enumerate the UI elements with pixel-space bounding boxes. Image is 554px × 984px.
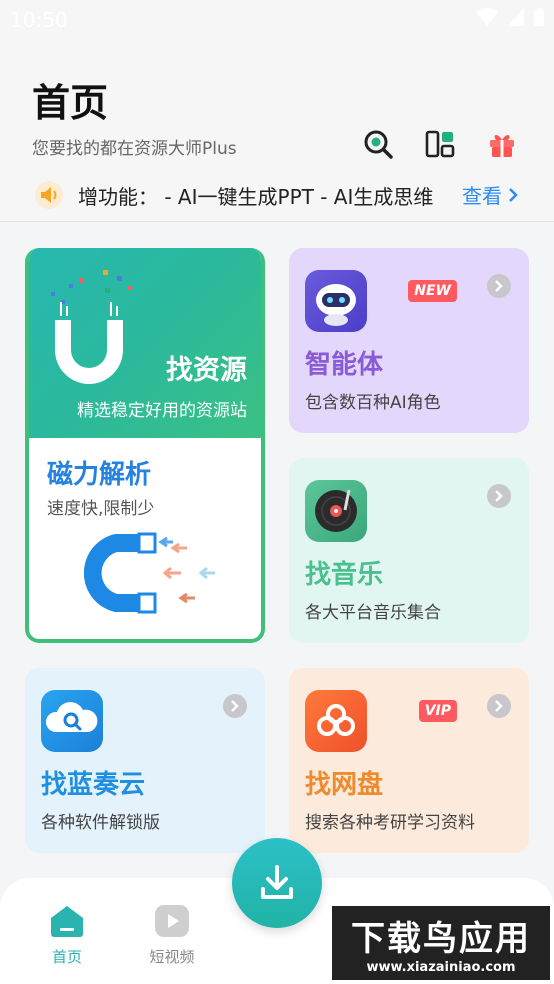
nav-home[interactable]: 首页 (32, 904, 102, 967)
layout-button[interactable] (424, 128, 456, 160)
header-tools (362, 128, 518, 160)
announcement-text: 增功能： - AI一键生成PPT - AI生成思维 (78, 184, 434, 209)
chevron-right-icon (509, 187, 518, 202)
status-icons (476, 8, 544, 26)
view-announcement-link[interactable]: 查看 (462, 180, 518, 209)
play-icon (155, 905, 189, 937)
page-title: 首页 (32, 81, 109, 125)
lanzou-arrow-button[interactable] (223, 694, 247, 718)
lanzou-subtitle: 各种软件解锁版 (41, 813, 160, 833)
gift-button[interactable] (486, 128, 518, 160)
chevron-right-icon (231, 700, 239, 712)
netdisk-subtitle: 搜索各种考研学习资料 (305, 813, 475, 833)
status-bar: 10:50 (0, 0, 554, 38)
home-icon (51, 906, 83, 937)
chevron-right-icon (495, 490, 503, 502)
page-subtitle: 您要找的都在资源大师Plus (32, 139, 237, 159)
agent-title: 智能体 (305, 350, 384, 380)
netdisk-icon (305, 690, 367, 752)
download-icon (261, 865, 293, 899)
agent-subtitle: 包含数百种AI角色 (305, 393, 441, 413)
netdisk-arrow-button[interactable] (487, 694, 511, 718)
music-title: 找音乐 (305, 560, 384, 590)
speaker-icon (34, 180, 64, 210)
music-card[interactable]: 找音乐 各大平台音乐集合 (289, 458, 529, 643)
signal-icon (508, 8, 524, 26)
nav-video[interactable]: 短视频 (137, 904, 207, 967)
music-subtitle: 各大平台音乐集合 (305, 603, 441, 623)
nav-video-label: 短视频 (149, 948, 195, 966)
header: 10:50 首页 您要找的都在资源大师Plus 增功能： - AI一键生成PPT… (0, 0, 554, 222)
find-resource-subtitle: 精选稳定好用的资源站 (77, 401, 247, 421)
lanzou-title: 找蓝奏云 (41, 770, 146, 800)
nav-home-label: 首页 (51, 948, 82, 966)
find-resource-section[interactable]: 找资源 精选稳定好用的资源站 (29, 248, 261, 438)
wifi-icon (476, 8, 498, 26)
magnet-u-icon (51, 270, 131, 384)
battery-icon (534, 8, 544, 26)
robot-icon (305, 270, 367, 332)
status-time: 10:50 (10, 8, 68, 32)
watermark-text: 下载鸟应用 (351, 919, 531, 959)
view-label: 查看 (462, 184, 502, 208)
announcement-bar: 增功能： - AI一键生成PPT - AI生成思维 查看 (34, 176, 518, 214)
chevron-right-icon (495, 280, 503, 292)
lanzou-card[interactable]: 找蓝奏云 各种软件解锁版 (25, 668, 265, 853)
agent-card[interactable]: NEW 智能体 包含数百种AI角色 (289, 248, 529, 433)
magnet-title: 磁力解析 (47, 460, 152, 490)
magnet-icon (83, 532, 215, 614)
gift-icon (490, 135, 514, 157)
music-arrow-button[interactable] (487, 484, 511, 508)
netdisk-title: 找网盘 (305, 770, 384, 800)
find-resource-card[interactable]: 找资源 精选稳定好用的资源站 磁力解析 速度快,限制少 (25, 248, 265, 643)
find-resource-title: 找资源 (166, 355, 247, 386)
search-button[interactable] (362, 128, 394, 160)
vip-badge: VIP (418, 700, 457, 722)
search-icon (364, 130, 393, 159)
vinyl-icon (305, 480, 367, 542)
download-button[interactable] (232, 838, 322, 928)
layout-icon (425, 130, 455, 158)
agent-arrow-button[interactable] (487, 274, 511, 298)
chevron-right-icon (495, 700, 503, 712)
netdisk-card[interactable]: VIP 找网盘 搜索各种考研学习资料 (289, 668, 529, 853)
watermark-url: www.xiazainiao.com (366, 960, 516, 975)
watermark-logo: 下载鸟应用 www.xiazainiao.com (332, 906, 550, 980)
new-badge: NEW (408, 280, 457, 302)
magnet-subtitle: 速度快,限制少 (47, 499, 155, 519)
cloud-search-icon (41, 690, 103, 752)
